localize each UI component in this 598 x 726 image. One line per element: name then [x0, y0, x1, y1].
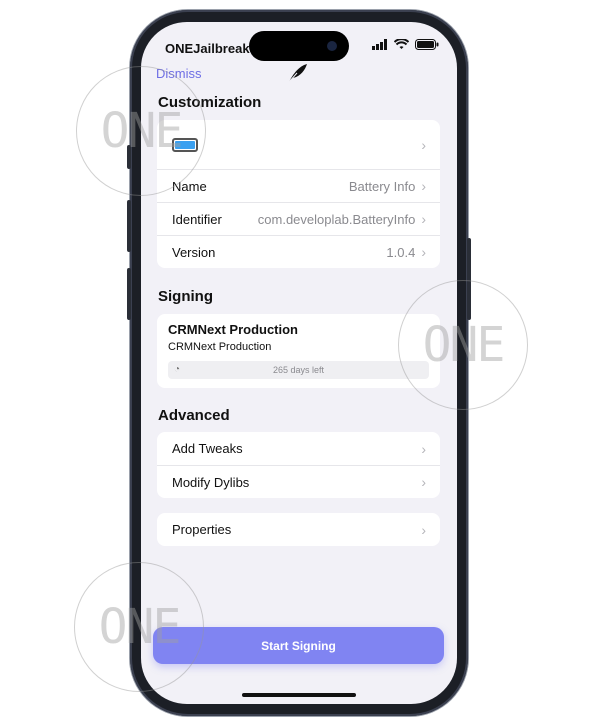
modify-dylibs-label: Modify Dylibs: [172, 474, 250, 490]
advanced-heading: Advanced: [158, 407, 230, 424]
camera-icon: [327, 41, 337, 51]
advanced-card: Add Tweaks › Modify Dylibs ›: [157, 432, 440, 498]
chevron-right-icon: ›: [421, 244, 426, 260]
chevron-right-icon: ›: [421, 136, 426, 153]
watermark-logo: ONE: [74, 562, 204, 692]
volume-down-button: [127, 268, 131, 320]
days-left-label: 265 days left: [272, 365, 325, 375]
add-tweaks-row[interactable]: Add Tweaks ›: [157, 432, 440, 465]
timer-icon: ◔: [174, 364, 181, 375]
version-value: 1.0.4: [386, 244, 416, 260]
certificate-name: CRMNext Production: [168, 322, 298, 337]
name-row[interactable]: Name Battery Info ›: [157, 169, 440, 202]
modify-dylibs-row[interactable]: Modify Dylibs ›: [157, 465, 440, 498]
chevron-right-icon: ›: [421, 211, 426, 227]
status-icons: [372, 39, 439, 50]
properties-label: Properties: [172, 522, 232, 537]
expiry-bar: ◔ 265 days left: [168, 361, 429, 379]
wifi-icon: [394, 39, 409, 49]
volume-up-button: [127, 200, 131, 252]
version-row[interactable]: Version 1.0.4 ›: [157, 235, 440, 268]
properties-row[interactable]: Properties ›: [157, 513, 440, 546]
identifier-row[interactable]: Identifier com.developlab.BatteryInfo ›: [157, 202, 440, 235]
carrier-label: ONEJailbreak: [165, 41, 250, 56]
signing-heading: Signing: [158, 288, 213, 305]
home-indicator[interactable]: [242, 693, 356, 697]
certificate-team: CRMNext Production: [168, 341, 272, 353]
chevron-right-icon: ›: [421, 178, 426, 194]
feather-logo-icon: [287, 62, 309, 90]
signal-icon: [372, 39, 387, 50]
name-value: Battery Info: [348, 178, 416, 194]
watermark-logo: ONE: [398, 280, 528, 410]
properties-card: Properties ›: [157, 513, 440, 546]
add-tweaks-label: Add Tweaks: [172, 441, 243, 456]
chevron-right-icon: ›: [421, 440, 426, 457]
dynamic-island: [249, 31, 349, 61]
chevron-right-icon: ›: [421, 521, 426, 538]
battery-status-icon: [415, 39, 439, 50]
watermark-logo: ONE: [76, 66, 206, 196]
identifier-label: Identifier: [172, 211, 222, 227]
chevron-right-icon: ›: [421, 474, 426, 490]
identifier-value: com.developlab.BatteryInfo: [257, 211, 416, 227]
version-label: Version: [172, 244, 216, 260]
